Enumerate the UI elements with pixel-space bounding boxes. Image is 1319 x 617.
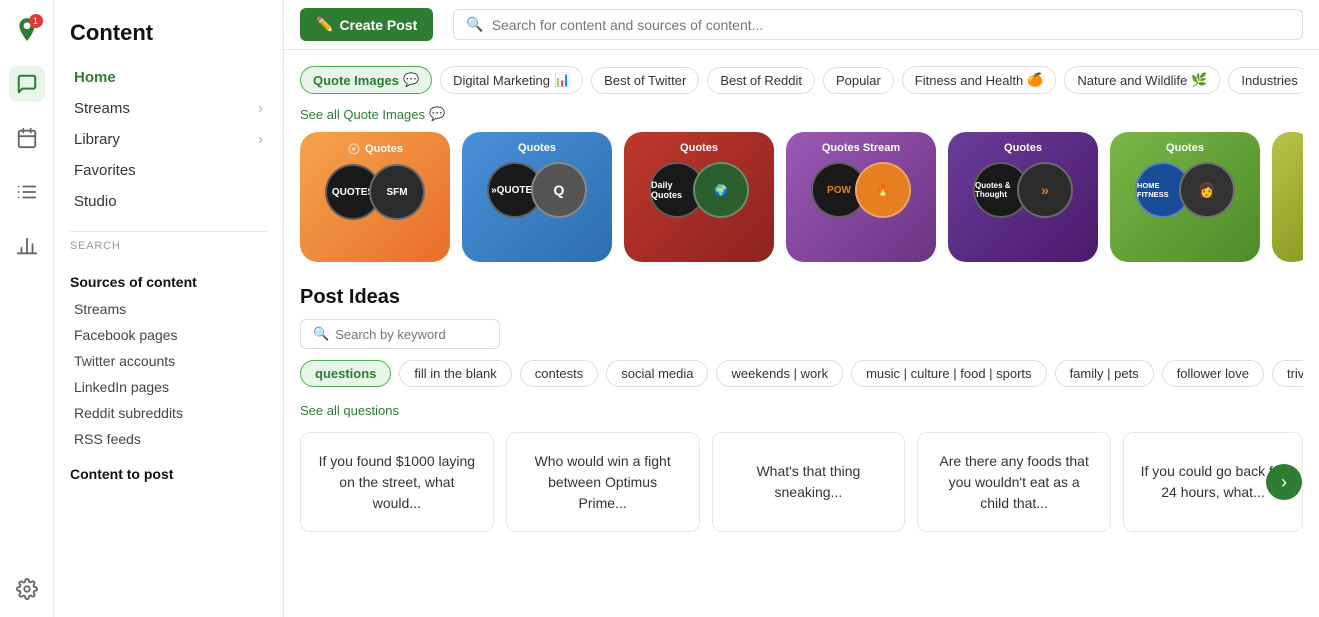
nav-icon-list[interactable] (9, 174, 45, 210)
digital-marketing-icon: 📊 (554, 72, 570, 88)
filter-tabs: Quote Images 💬 Digital Marketing 📊 Best … (300, 60, 1303, 100)
filter-tab-fitness[interactable]: Fitness and Health 🍊 (902, 66, 1057, 94)
sidebar-item-label: Streams (74, 100, 130, 117)
post-card-5[interactable]: If you could go back for 24 hours, what.… (1123, 432, 1303, 532)
tag-contests[interactable]: contests (520, 360, 598, 387)
keyword-search-input[interactable] (335, 327, 487, 342)
source-rss[interactable]: RSS feeds (70, 426, 267, 452)
sidebar-item-studio[interactable]: Studio (70, 186, 267, 217)
filter-tab-best-reddit[interactable]: Best of Reddit (707, 67, 815, 94)
sidebar-item-label: Home (74, 69, 116, 86)
tag-family-pets[interactable]: family | pets (1055, 360, 1154, 387)
tag-follower-love[interactable]: follower love (1162, 360, 1264, 387)
best-reddit-label: Best of Reddit (720, 73, 802, 88)
popular-label: Popular (836, 73, 881, 88)
idea-tags: questions fill in the blank contests soc… (300, 359, 1303, 387)
sidebar-title: Content (70, 20, 267, 46)
see-all-quote-images-link[interactable]: See all Quote Images 💬 (300, 106, 445, 122)
tag-social-media[interactable]: social media (606, 360, 708, 387)
keyword-search-icon: 🔍 (313, 326, 329, 342)
filter-tab-best-twitter[interactable]: Best of Twitter (591, 67, 699, 94)
quote-card-partial[interactable] (1272, 132, 1303, 262)
sidebar-divider (70, 231, 267, 232)
quote-icon: 💬 (403, 72, 419, 88)
sources-title: Sources of content (70, 274, 267, 290)
tag-questions[interactable]: questions (300, 360, 391, 387)
post-card-2[interactable]: Who would win a fight between Optimus Pr… (506, 432, 700, 532)
post-cards: If you found $1000 laying on the street,… (300, 432, 1303, 532)
icon-bar: 1 (0, 0, 54, 617)
post-card-1[interactable]: If you found $1000 laying on the street,… (300, 432, 494, 532)
post-card-3[interactable]: What's that thing sneaking... (712, 432, 906, 532)
app-logo[interactable]: 1 (9, 12, 45, 48)
sidebar: Content Home Streams › Library › Favorit… (54, 0, 284, 617)
post-ideas-title: Post Ideas (300, 286, 1303, 309)
scroll-right-button[interactable]: › (1266, 464, 1302, 500)
industries-label: Industries (1241, 73, 1297, 88)
tag-fill-blank[interactable]: fill in the blank (399, 360, 511, 387)
sidebar-nav: Home Streams › Library › Favorites Studi… (70, 62, 267, 217)
chat-icon: 💬 (429, 106, 445, 122)
filter-tab-nature[interactable]: Nature and Wildlife 🌿 (1064, 66, 1220, 94)
quote-card-5[interactable]: Quotes Quotes & Thought » (948, 132, 1098, 262)
quote-card-4[interactable]: Quotes Stream POW 🔥 (786, 132, 936, 262)
best-twitter-label: Best of Twitter (604, 73, 686, 88)
quote-card-3[interactable]: Quotes Daily Quotes 🌍 (624, 132, 774, 262)
fitness-label: Fitness and Health (915, 73, 1023, 88)
top-header: ✏️ Create Post 🔍 (284, 0, 1319, 50)
fitness-icon: 🍊 (1027, 72, 1043, 88)
content-area: Quote Images 💬 Digital Marketing 📊 Best … (284, 50, 1319, 617)
create-post-button[interactable]: ✏️ Create Post (300, 8, 433, 41)
notification-badge: 1 (29, 14, 43, 28)
search-icon: 🔍 (466, 16, 483, 33)
filter-tab-industries[interactable]: Industries (1228, 67, 1303, 94)
sidebar-item-streams[interactable]: Streams › (70, 93, 267, 124)
feather-icon: ✏️ (316, 16, 333, 33)
quotes-carousel: Quotes QUOTES SFM Quotes »QUOTES Q (300, 132, 1303, 272)
main-search-container: 🔍 (453, 9, 1303, 40)
quote-card-6[interactable]: Quotes HOME FITNESS 👩 (1110, 132, 1260, 262)
sidebar-item-favorites[interactable]: Favorites (70, 155, 267, 186)
main-content: ✏️ Create Post 🔍 Quote Images 💬 Digital … (284, 0, 1319, 617)
filter-tab-popular[interactable]: Popular (823, 67, 894, 94)
quote-card-2[interactable]: Quotes »QUOTES Q (462, 132, 612, 262)
filter-tab-digital-marketing[interactable]: Digital Marketing 📊 (440, 66, 583, 94)
chevron-right-icon: › (258, 100, 263, 117)
nature-label: Nature and Wildlife (1077, 73, 1187, 88)
nav-icon-analytics[interactable] (9, 228, 45, 264)
search-label: SEARCH (70, 240, 267, 252)
sidebar-item-label: Library (74, 131, 120, 148)
source-facebook[interactable]: Facebook pages (70, 322, 267, 348)
nav-icon-calendar[interactable] (9, 120, 45, 156)
sidebar-item-label: Favorites (74, 162, 136, 179)
keyword-search-container: 🔍 (300, 319, 500, 349)
quote-images-label: Quote Images (313, 73, 399, 88)
nav-icon-content[interactable] (9, 66, 45, 102)
source-linkedin[interactable]: LinkedIn pages (70, 374, 267, 400)
nature-icon: 🌿 (1191, 72, 1207, 88)
main-search-input[interactable] (492, 17, 1290, 33)
tag-weekends-work[interactable]: weekends | work (716, 360, 843, 387)
source-streams[interactable]: Streams (70, 296, 267, 322)
sidebar-item-home[interactable]: Home (70, 62, 267, 93)
tag-trivia[interactable]: trivia (1272, 360, 1303, 387)
chevron-right-icon: › (258, 131, 263, 148)
sidebar-item-library[interactable]: Library › (70, 124, 267, 155)
tag-music-culture[interactable]: music | culture | food | sports (851, 360, 1046, 387)
quote-card-1[interactable]: Quotes QUOTES SFM (300, 132, 450, 262)
see-all-questions-link[interactable]: See all questions (300, 403, 399, 418)
create-post-label: Create Post (339, 17, 417, 33)
digital-marketing-label: Digital Marketing (453, 73, 550, 88)
content-to-post-title: Content to post (70, 466, 267, 482)
post-card-4[interactable]: Are there any foods that you wouldn't ea… (917, 432, 1111, 532)
nav-icon-settings[interactable] (9, 571, 45, 607)
source-reddit[interactable]: Reddit subreddits (70, 400, 267, 426)
sidebar-item-label: Studio (74, 193, 117, 210)
sources-nav: Streams Facebook pages Twitter accounts … (70, 296, 267, 452)
filter-tab-quote-images[interactable]: Quote Images 💬 (300, 66, 432, 94)
source-twitter[interactable]: Twitter accounts (70, 348, 267, 374)
